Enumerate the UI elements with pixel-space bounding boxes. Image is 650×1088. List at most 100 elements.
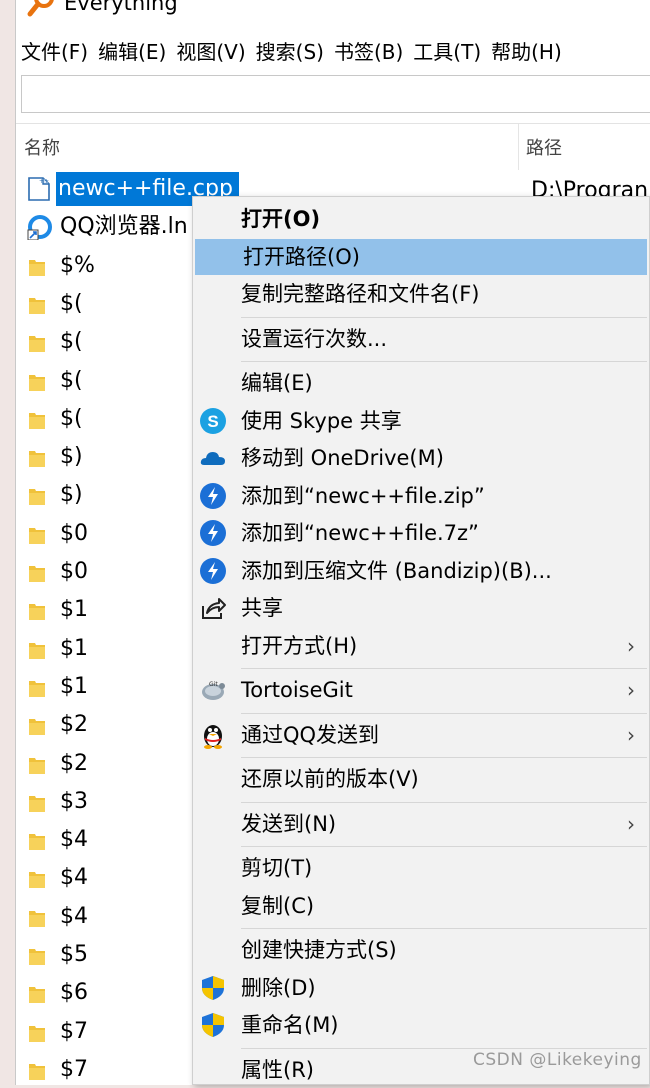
context-menu-item-v[interactable]: 还原以前的版本(V) — [193, 761, 649, 797]
context-menu-item-f[interactable]: 复制完整路径和文件名(F) — [193, 276, 649, 312]
context-menu-label: 打开方式(H) — [241, 633, 358, 658]
row-name: $4 — [60, 865, 88, 891]
folder-icon — [29, 336, 45, 353]
folder-icon — [29, 795, 45, 812]
context-menu-label: 通过QQ发送到 — [241, 722, 380, 747]
context-menu-label: 共享 — [241, 596, 283, 620]
menu-item-6[interactable]: 帮助(H) — [486, 36, 567, 68]
row-name: $( — [60, 367, 83, 393]
folder-icon — [29, 1025, 45, 1042]
row-name: $7 — [60, 1018, 88, 1044]
row-name: $1 — [60, 597, 88, 623]
row-name: $0 — [60, 520, 88, 546]
context-menu-item-n[interactable]: 发送到(N) › — [193, 806, 649, 842]
row-name: $( — [60, 290, 83, 316]
context-menu-item-t[interactable]: 剪切(T) — [193, 850, 649, 886]
menu-item-4[interactable]: 书签(B) — [329, 36, 408, 68]
context-menu-item-c[interactable]: 复制(C) — [193, 888, 649, 924]
context-menu-item-onedrive-m[interactable]: 移动到 OneDrive(M) — [193, 440, 649, 476]
folder-icon — [29, 297, 45, 314]
context-menu-item-e[interactable]: 编辑(E) — [193, 365, 649, 401]
context-menu-item-qq[interactable]: 通过QQ发送到 › — [193, 717, 649, 753]
row-name: $) — [60, 482, 83, 508]
menu-item-2[interactable]: 视图(V) — [171, 36, 250, 68]
column-name-header[interactable]: 名称 — [24, 134, 60, 160]
folder-icon — [29, 757, 45, 774]
context-menu-label: 打开(O) — [241, 207, 321, 231]
row-name: $2 — [60, 712, 88, 738]
context-menu-label: 使用 Skype 共享 — [241, 408, 402, 433]
context-menu-item-item-12[interactable]: 共享 — [193, 590, 649, 626]
row-name: $1 — [60, 635, 88, 661]
tortoisegit-icon: Git — [202, 681, 225, 700]
row-name: $3 — [60, 788, 88, 814]
svg-text:++: ++ — [39, 178, 49, 185]
context-menu-item-h[interactable]: 打开方式(H) › — [193, 628, 649, 664]
row-name: $( — [60, 405, 83, 431]
everything-logo-icon — [27, 0, 54, 17]
menu-item-5[interactable]: 工具(T) — [408, 36, 486, 68]
context-menu-label: 打开路径(O) — [243, 244, 360, 269]
row-name: $% — [60, 252, 95, 278]
context-menu-label: 复制完整路径和文件名(F) — [241, 282, 480, 306]
menu-item-0[interactable]: 文件(F) — [16, 36, 93, 68]
folder-icon — [29, 604, 45, 621]
row-name: $1 — [60, 673, 88, 699]
qq-browser-icon — [27, 215, 52, 241]
window-title: Everything — [64, 0, 178, 15]
context-menu-item-newc-file-zip[interactable]: 添加到“newc++file.zip” — [193, 478, 649, 514]
row-name: $6 — [60, 980, 88, 1006]
folder-icon — [29, 566, 45, 582]
folder-icon — [29, 489, 45, 506]
folder-icon — [29, 374, 45, 391]
context-menu-label: 编辑(E) — [241, 371, 313, 395]
folder-icon — [29, 910, 45, 927]
folder-icon — [29, 949, 45, 965]
row-name: $) — [60, 444, 83, 470]
bandizip-icon — [200, 557, 226, 584]
column-path-header[interactable]: 路径 — [526, 134, 562, 160]
context-menu-label: 发送到(N) — [241, 811, 337, 836]
context-menu-item-d[interactable]: 删除(D) — [193, 970, 649, 1006]
context-menu-item-bandizip-b[interactable]: 添加到压缩文件 (Bandizip)(B)... — [193, 553, 649, 589]
context-menu-item-tortoisegit[interactable]: Git TortoiseGit › — [193, 672, 649, 708]
menu-item-3[interactable]: 搜索(S) — [251, 36, 329, 68]
context-menu-item-o[interactable]: 打开(O) — [193, 201, 649, 237]
svg-text:Git: Git — [209, 681, 218, 688]
chevron-right-icon: › — [627, 633, 635, 658]
menu-separator — [241, 316, 647, 318]
row-name: $7 — [60, 1056, 88, 1082]
row-name: $2 — [60, 750, 88, 776]
context-menu-item-s[interactable]: 创建快捷方式(S) — [193, 932, 649, 968]
folder-icon — [29, 1063, 45, 1080]
folder-icon — [29, 642, 45, 659]
context-menu-label: 重命名(M) — [241, 1013, 339, 1037]
menu-separator — [241, 846, 647, 847]
context-menu-item-newc-file-7z[interactable]: 添加到“newc++file.7z” — [193, 515, 649, 551]
row-name: QQ浏览器.ln — [60, 214, 188, 240]
context-menu-item-item-4[interactable]: 设置运行次数... — [193, 321, 649, 357]
onedrive-icon — [200, 452, 225, 465]
context-menu-label: 还原以前的版本(V) — [241, 767, 419, 791]
menu-separator — [241, 668, 647, 669]
context-menu-label: 添加到“newc++file.7z” — [241, 521, 479, 545]
context-menu-item-skype[interactable]: S 使用 Skype 共享 — [193, 403, 649, 439]
folder-icon — [29, 412, 45, 429]
menu-item-1[interactable]: 编辑(E) — [93, 36, 171, 68]
share-icon — [202, 598, 226, 619]
context-menu-label: 设置运行次数... — [241, 326, 388, 351]
context-menu-label: TortoiseGit — [241, 678, 353, 702]
menu-separator — [241, 801, 647, 803]
search-input[interactable] — [21, 75, 650, 113]
column-header: 名称 路径 — [16, 123, 650, 170]
row-name: $0 — [60, 559, 88, 584]
chevron-right-icon: › — [627, 811, 635, 836]
context-menu-label: 添加到压缩文件 (Bandizip)(B)... — [241, 558, 552, 583]
context-menu-item-o[interactable]: 打开路径(O) — [195, 238, 647, 275]
context-menu-label: 移动到 OneDrive(M) — [241, 446, 444, 470]
watermark: CSDN @Likekeying — [473, 1050, 642, 1070]
row-name: $4 — [60, 903, 88, 929]
menu-separator — [241, 757, 647, 758]
context-menu-item-m[interactable]: 重命名(M) — [193, 1007, 649, 1043]
column-divider[interactable] — [518, 124, 519, 170]
